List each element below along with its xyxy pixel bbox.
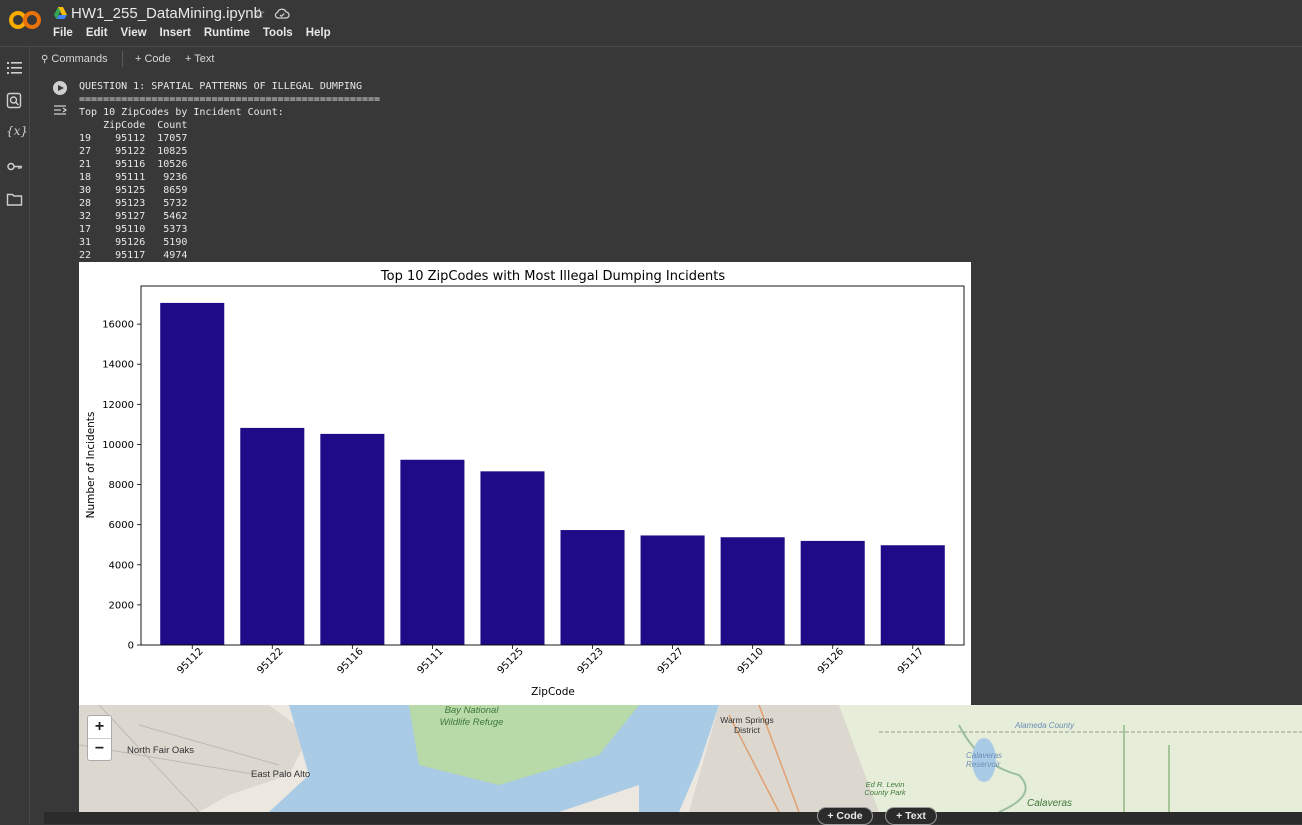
app-header: HW1_255_DataMining.ipynb ☆ File Edit Vie… bbox=[0, 0, 1302, 47]
toolbar-divider bbox=[122, 51, 123, 67]
y-tick-label: 14000 bbox=[102, 360, 134, 371]
y-tick-label: 2000 bbox=[109, 600, 134, 611]
files-folder-icon[interactable] bbox=[6, 191, 23, 208]
y-tick-label: 8000 bbox=[109, 480, 134, 491]
menu-edit[interactable]: Edit bbox=[86, 27, 108, 39]
star-icon[interactable]: ☆ bbox=[253, 5, 266, 22]
menu-help[interactable]: Help bbox=[306, 27, 331, 39]
menu-bar: File Edit View Insert Runtime Tools Help bbox=[53, 27, 344, 39]
add-code-button[interactable]: + Code bbox=[135, 53, 171, 65]
chart-title: Top 10 ZipCodes with Most Illegal Dumpin… bbox=[380, 269, 725, 284]
output-line: 31 95126 5190 bbox=[79, 237, 188, 248]
map-label: Alameda County bbox=[1015, 721, 1075, 730]
variables-icon[interactable]: {x} bbox=[6, 124, 28, 141]
table-of-contents-icon[interactable] bbox=[6, 59, 23, 76]
google-drive-icon[interactable] bbox=[54, 7, 67, 19]
map-label: Calaveras Reservoir bbox=[966, 751, 1003, 769]
map-label: Ed R. Levin County Park bbox=[864, 780, 906, 797]
map-label: North Fair Oaks bbox=[127, 745, 195, 756]
y-tick-label: 6000 bbox=[109, 520, 134, 531]
output-line: 27 95122 10825 bbox=[79, 146, 188, 157]
y-tick-label: 10000 bbox=[102, 440, 134, 451]
secrets-key-icon[interactable] bbox=[6, 158, 23, 175]
commands-button[interactable]: ⚲ Commands bbox=[41, 53, 108, 65]
bar-95123 bbox=[560, 530, 625, 645]
bar-95116 bbox=[320, 433, 385, 645]
menu-view[interactable]: View bbox=[121, 27, 147, 39]
x-tick-label: 95126 bbox=[816, 646, 846, 676]
bar-95122 bbox=[240, 427, 305, 645]
zoom-out-button[interactable]: − bbox=[88, 738, 111, 760]
add-text-button[interactable]: + Text bbox=[185, 53, 214, 65]
bar-95112 bbox=[160, 302, 225, 645]
bar-chart-svg: Top 10 ZipCodes with Most Illegal Dumpin… bbox=[85, 269, 965, 698]
output-line: QUESTION 1: SPATIAL PATTERNS OF ILLEGAL … bbox=[79, 81, 362, 92]
output-line: 32 95127 5462 bbox=[79, 211, 188, 222]
x-tick-label: 95122 bbox=[255, 646, 285, 676]
notebook-title[interactable]: HW1_255_DataMining.ipynb bbox=[71, 5, 262, 22]
notebook-toolbar: ⚲ Commands + Code + Text bbox=[30, 48, 1302, 70]
left-sidebar: {x} bbox=[0, 47, 30, 824]
x-tick-label: 95110 bbox=[736, 646, 766, 676]
bar-95117 bbox=[880, 545, 945, 645]
output-line: ========================================… bbox=[79, 94, 381, 105]
bar-95110 bbox=[720, 537, 785, 645]
menu-file[interactable]: File bbox=[53, 27, 73, 39]
x-tick-label: 95123 bbox=[576, 646, 606, 676]
map-tiles[interactable] bbox=[79, 705, 1302, 812]
status-bar bbox=[44, 812, 1302, 824]
menu-tools[interactable]: Tools bbox=[263, 27, 293, 39]
search-icon: ⚲ bbox=[41, 54, 49, 65]
x-tick-label: 95111 bbox=[416, 646, 446, 676]
folium-map[interactable]: + − North Fair Oaks East Palo Alto Bay N… bbox=[79, 705, 1302, 812]
y-axis-label: Number of Incidents bbox=[85, 412, 97, 519]
map-label: Bay National Wildlife Refuge bbox=[439, 705, 504, 728]
map-label: East Palo Alto bbox=[251, 769, 311, 780]
find-icon[interactable] bbox=[6, 92, 23, 109]
output-line: 30 95125 8659 bbox=[79, 185, 188, 196]
menu-runtime[interactable]: Runtime bbox=[204, 27, 250, 39]
map-zoom-control: + − bbox=[87, 715, 112, 761]
output-line: 28 95123 5732 bbox=[79, 198, 188, 209]
output-line: 18 95111 9236 bbox=[79, 172, 188, 183]
bar-95126 bbox=[800, 540, 865, 645]
output-line: 21 95116 10526 bbox=[79, 159, 188, 170]
add-code-cell-button[interactable]: + Code bbox=[817, 807, 873, 825]
x-tick-label: 95117 bbox=[896, 646, 926, 676]
x-tick-label: 95116 bbox=[335, 646, 365, 676]
bar-95111 bbox=[400, 459, 465, 645]
output-actions-icon[interactable] bbox=[53, 104, 68, 116]
x-tick-label: 95127 bbox=[656, 646, 686, 676]
map-label: Calaveras bbox=[1027, 798, 1073, 809]
cell-output-text: QUESTION 1: SPATIAL PATTERNS OF ILLEGAL … bbox=[79, 80, 380, 262]
add-text-cell-button[interactable]: + Text bbox=[885, 807, 937, 825]
colab-logo-icon[interactable] bbox=[8, 8, 42, 32]
cloud-saved-icon[interactable] bbox=[274, 7, 290, 19]
zoom-in-button[interactable]: + bbox=[88, 716, 111, 739]
output-line: 22 95117 4974 bbox=[79, 250, 188, 261]
output-line: ZipCode Count bbox=[79, 120, 188, 131]
x-tick-label: 95112 bbox=[175, 646, 205, 676]
output-line: 17 95110 5373 bbox=[79, 224, 188, 235]
y-tick-label: 16000 bbox=[102, 320, 134, 331]
map-label: Warm Springs District bbox=[720, 715, 774, 735]
output-line: Top 10 ZipCodes by Incident Count: bbox=[79, 107, 284, 118]
y-tick-label: 4000 bbox=[109, 560, 134, 571]
output-line: 19 95112 17057 bbox=[79, 133, 188, 144]
x-axis-label: ZipCode bbox=[531, 686, 575, 698]
bar-chart: Top 10 ZipCodes with Most Illegal Dumpin… bbox=[79, 262, 971, 705]
x-tick-label: 95125 bbox=[496, 646, 526, 676]
y-tick-label: 0 bbox=[128, 641, 134, 652]
run-cell-button[interactable] bbox=[53, 81, 67, 95]
bar-95125 bbox=[480, 471, 545, 645]
bar-95127 bbox=[640, 535, 705, 645]
menu-insert[interactable]: Insert bbox=[160, 27, 191, 39]
y-tick-label: 12000 bbox=[102, 400, 134, 411]
